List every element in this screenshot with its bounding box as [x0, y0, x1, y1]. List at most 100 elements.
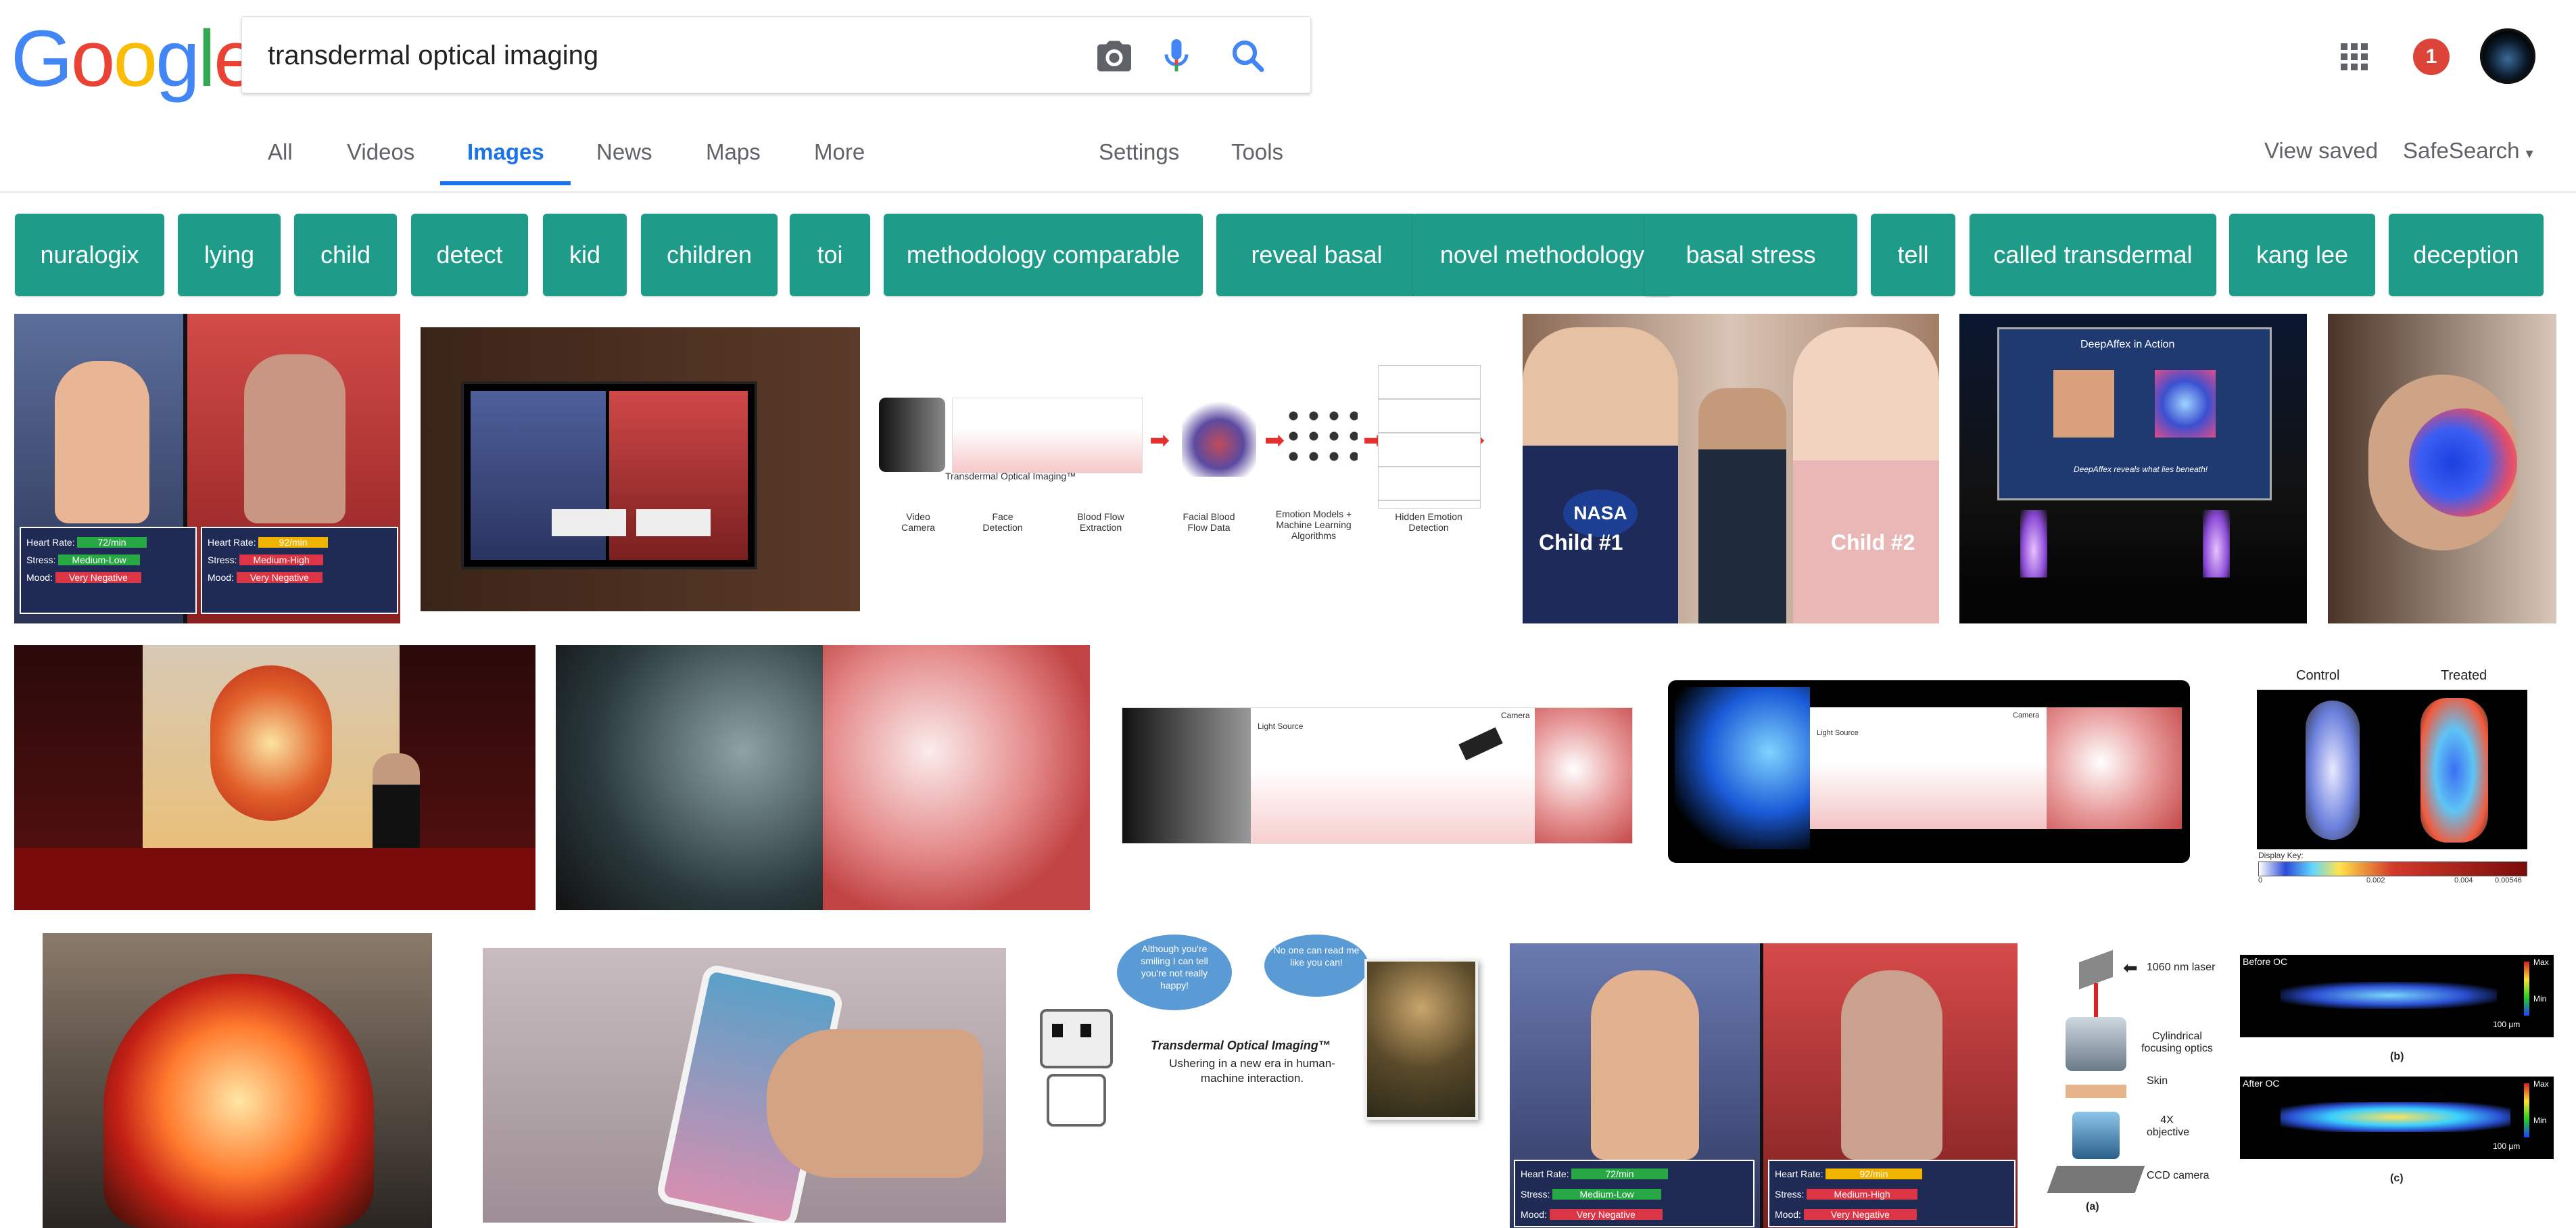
person-silhouette	[1591, 970, 1699, 1160]
projected-slide: DeepAffex in Action DeepAffex reveals wh…	[1997, 327, 2272, 500]
scan-treated	[2420, 698, 2488, 843]
image-result[interactable]: DeepAffex in Action DeepAffex reveals wh…	[1959, 314, 2307, 623]
image-result[interactable]: Control Treated Display Key: 0 0.002 0.0…	[2251, 667, 2533, 891]
label: 4X objective	[2147, 1114, 2190, 1138]
tv-screen	[461, 381, 757, 569]
value: 72/min	[77, 537, 147, 548]
label: Heart Rate:	[208, 537, 256, 548]
label: 1060 nm laser	[2147, 962, 2216, 973]
notification-badge[interactable]: 1	[2413, 39, 2450, 75]
chip-kang-lee[interactable]: kang lee	[2229, 214, 2375, 296]
chip-methodology-comparable[interactable]: methodology comparable	[884, 214, 1203, 296]
line-charts	[1378, 365, 1481, 509]
bubble-text: Although you're smiling I can tell you'r…	[1141, 943, 1208, 991]
color-scale	[2258, 861, 2527, 876]
label: Stress:	[1775, 1189, 1805, 1200]
step-label: Face Detection	[982, 511, 1023, 533]
chip-lying[interactable]: lying	[178, 214, 281, 296]
label: 100 µm	[2493, 1020, 2521, 1029]
label-treated: Treated	[2441, 668, 2487, 683]
microphone-icon[interactable]	[1156, 36, 1197, 76]
image-result[interactable]	[14, 645, 535, 910]
tab-news[interactable]: News	[596, 139, 652, 165]
image-result[interactable]: NASA Child #1 Child #2	[1523, 314, 1939, 623]
face-red	[2047, 707, 2182, 829]
image-result[interactable]: Light Source Camera	[1668, 680, 2190, 863]
image-result[interactable]: Although you're smiling I can tell you'r…	[1029, 935, 1485, 1228]
objective	[2072, 1112, 2120, 1159]
chip-basal-stress[interactable]: basal stress	[1644, 214, 1857, 296]
search-tabs: All Videos Images News Maps More Setting…	[0, 135, 2576, 192]
value: Very Negative	[236, 572, 323, 583]
label: Stress:	[26, 554, 56, 565]
tab-settings[interactable]: Settings	[1099, 139, 1179, 165]
3d-plot	[1182, 396, 1256, 477]
image-result[interactable]	[43, 933, 432, 1228]
search-icon[interactable]	[1228, 36, 1268, 76]
value: 92/min	[1826, 1168, 1922, 1179]
child-right	[1793, 327, 1939, 623]
chip-toi[interactable]: toi	[790, 214, 870, 296]
label: Max	[2533, 1079, 2549, 1089]
label: Stress:	[1521, 1189, 1550, 1200]
image-result[interactable]	[2328, 314, 2556, 623]
face-image	[1122, 708, 1251, 843]
value: Medium-Low	[58, 554, 140, 565]
value: 92/min	[258, 537, 328, 548]
google-logo[interactable]: Google	[11, 19, 258, 99]
chip-novel-methodology[interactable]: novel methodology	[1412, 214, 1672, 296]
value: Very Negative	[1803, 1209, 1917, 1220]
active-tab-indicator	[440, 181, 571, 185]
presenter	[1698, 388, 1786, 623]
search-box[interactable]	[241, 16, 1311, 93]
image-result[interactable]: Heart Rate: 72/min Stress: Medium-Low Mo…	[1510, 943, 2018, 1228]
step-label: Video Camera	[901, 511, 935, 533]
tick: 0.004	[2454, 876, 2473, 884]
tab-more[interactable]: More	[814, 139, 865, 165]
image-result[interactable]: ⬅ 1060 nm laser Cylindrical focusing opt…	[2038, 949, 2559, 1228]
chip-kid[interactable]: kid	[543, 214, 627, 296]
chip-detect[interactable]: detect	[411, 214, 528, 296]
value: Very Negative	[1549, 1209, 1663, 1220]
image-result[interactable]	[556, 645, 1090, 910]
tab-tools[interactable]: Tools	[1231, 139, 1283, 165]
caption-left: Child #1	[1539, 530, 1623, 554]
arrow-icon: ➡	[1264, 426, 1285, 454]
chip-deception[interactable]: deception	[2389, 214, 2544, 296]
chip-reveal-basal[interactable]: reveal basal	[1216, 214, 1417, 296]
image-result[interactable]	[483, 948, 1006, 1223]
apps-grid-icon[interactable]	[2338, 41, 2370, 76]
tab-images[interactable]: Images	[467, 139, 544, 165]
tab-videos[interactable]: Videos	[347, 139, 414, 165]
image-result[interactable]: Light Source Camera	[1122, 707, 1633, 844]
skin-diagram	[952, 398, 1143, 473]
mona-lisa	[1364, 959, 1478, 1120]
avatar[interactable]	[2480, 28, 2535, 84]
tab-all[interactable]: All	[268, 139, 293, 165]
chip-called-transdermal[interactable]: called transdermal	[1970, 214, 2216, 296]
image-result[interactable]: Heart Rate: 72/min Stress: Medium-Low Mo…	[14, 314, 400, 623]
view-saved-link[interactable]: View saved	[2264, 138, 2378, 164]
chip-nuralogix[interactable]: nuralogix	[15, 214, 164, 296]
value: Very Negative	[55, 572, 141, 583]
person-silhouette	[244, 354, 345, 523]
logo-letter: G	[11, 14, 73, 103]
logo-letter: o	[113, 14, 158, 103]
chip-children[interactable]: children	[641, 214, 778, 296]
image-result[interactable]: ➡ ➡ ➡ ➡ Transdermal Optical Imaging™ Vid…	[878, 352, 1509, 568]
chip-child[interactable]: child	[294, 214, 397, 296]
value: Medium-High	[239, 554, 323, 565]
step-label: Hidden Emotion Detection	[1395, 511, 1462, 533]
image-result[interactable]	[421, 327, 860, 611]
safesearch-menu[interactable]: SafeSearch ▾	[2403, 138, 2533, 164]
laser-arrow-icon: ⬅	[2123, 958, 2138, 978]
search-input[interactable]	[266, 34, 1047, 76]
tab-maps[interactable]: Maps	[706, 139, 761, 165]
info-panel: Heart Rate: 72/min Stress: Medium-Low Mo…	[1514, 1160, 1755, 1227]
slide-title: DeepAffex in Action	[2080, 339, 2175, 350]
camera-icon[interactable]	[1094, 36, 1135, 76]
chip-tell[interactable]: tell	[1871, 214, 1955, 296]
caption-right: Child #2	[1831, 530, 1915, 554]
stage-floor	[14, 848, 535, 910]
label-control: Control	[2296, 668, 2340, 683]
